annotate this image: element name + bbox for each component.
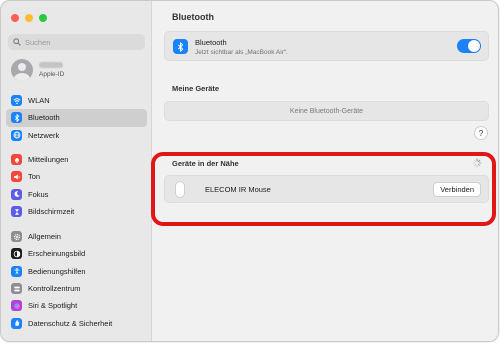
sidebar-item-allgemein[interactable]: Allgemein	[6, 228, 147, 245]
main-pane: Bluetooth Bluetooth Jetzt sichtbar als „…	[153, 1, 498, 341]
sidebar-item-siri-spotlight[interactable]: Siri & Spotlight	[6, 297, 147, 314]
search-input[interactable]	[25, 37, 135, 47]
bluetooth-icon	[173, 39, 188, 54]
nearby-devices-heading: Geräte in der Nähe	[172, 159, 239, 168]
sidebar-item-bedienungshilfen[interactable]: Bedienungshilfen	[6, 263, 147, 280]
bluetooth-icon	[11, 112, 22, 124]
my-devices-heading: Meine Geräte	[172, 84, 220, 93]
sidebar-item-label: Datenschutz & Sicherheit	[28, 318, 113, 328]
search-field[interactable]	[8, 34, 145, 50]
sidebar: Apple-ID WLAN Bluetooth Netzwerk Mitteilun…	[1, 1, 152, 341]
hourglass-icon	[11, 206, 22, 218]
search-icon	[13, 38, 21, 46]
nav-group-notifications: Mitteilungen Ton Fokus Bildschirmzeit	[6, 151, 147, 220]
sidebar-item-label: Netzwerk	[28, 130, 60, 140]
bluetooth-label: Bluetooth	[195, 38, 227, 47]
sidebar-item-label: Erscheinungsbild	[28, 249, 86, 259]
wifi-icon	[11, 95, 22, 107]
sidebar-item-fokus[interactable]: Fokus	[6, 186, 147, 203]
apple-id-account[interactable]: Apple-ID	[11, 59, 64, 81]
globe-icon	[11, 129, 22, 141]
bell-icon	[11, 154, 22, 166]
accessibility-icon	[11, 265, 22, 277]
sidebar-item-label: Bluetooth	[28, 113, 60, 123]
sidebar-item-ton[interactable]: Ton	[6, 168, 147, 185]
bluetooth-toggle-row: Bluetooth Jetzt sichtbar als „MacBook Ai…	[164, 31, 489, 61]
my-devices-list: Keine Bluetooth-Geräte	[164, 101, 489, 121]
nearby-device-row: ELECOM IR Mouse Verbinden	[164, 175, 489, 203]
sidebar-item-label: Bedienungshilfen	[28, 266, 86, 276]
minimize-button[interactable]	[25, 14, 33, 22]
siri-icon	[11, 300, 22, 312]
sidebar-item-label: Kontrollzentrum	[28, 284, 81, 294]
loading-spinner-icon	[472, 158, 482, 168]
sidebar-item-kontrollzentrum[interactable]: Kontrollzentrum	[6, 280, 147, 297]
sidebar-item-bluetooth[interactable]: Bluetooth	[6, 109, 147, 127]
sidebar-item-label: Fokus	[28, 189, 49, 199]
nav-group-network: WLAN Bluetooth Netzwerk	[6, 92, 147, 144]
sidebar-item-label: Ton	[28, 172, 41, 182]
nav-group-general: Allgemein Erscheinungsbild Bedienungshilfe…	[6, 228, 147, 332]
account-name-blurred	[39, 62, 63, 68]
avatar	[11, 59, 33, 81]
control-center-icon	[11, 283, 22, 295]
hand-icon	[11, 317, 22, 329]
appearance-icon	[11, 248, 22, 260]
bluetooth-visible-as: Jetzt sichtbar als „MacBook Air“.	[195, 49, 288, 56]
mouse-icon	[175, 181, 185, 198]
account-subtitle: Apple-ID	[39, 71, 65, 78]
help-button[interactable]: ?	[474, 126, 488, 140]
sidebar-item-datenschutz-sicherheit[interactable]: Datenschutz & Sicherheit	[6, 314, 147, 331]
sidebar-item-mitteilungen[interactable]: Mitteilungen	[6, 151, 147, 168]
sidebar-item-label: Siri & Spotlight	[28, 301, 78, 311]
bluetooth-switch[interactable]	[457, 39, 481, 53]
sidebar-item-netzwerk[interactable]: Netzwerk	[6, 127, 147, 144]
no-devices-text: Keine Bluetooth-Geräte	[289, 107, 364, 115]
close-button[interactable]	[11, 14, 19, 22]
device-name: ELECOM IR Mouse	[205, 185, 271, 194]
sidebar-item-bildschirmzeit[interactable]: Bildschirmzeit	[6, 203, 147, 220]
gear-icon	[11, 231, 22, 243]
sidebar-item-label: WLAN	[28, 96, 50, 106]
sidebar-item-label: Mitteilungen	[28, 155, 69, 165]
settings-window: Apple-ID WLAN Bluetooth Netzwerk Mitteilun…	[0, 0, 499, 342]
window-controls	[11, 14, 47, 22]
sidebar-item-erscheinungsbild[interactable]: Erscheinungsbild	[6, 245, 147, 262]
moon-icon	[11, 188, 22, 200]
connect-button[interactable]: Verbinden	[433, 182, 481, 197]
speaker-icon	[11, 171, 22, 183]
zoom-button[interactable]	[39, 14, 47, 22]
sidebar-item-label: Allgemein	[28, 232, 61, 242]
sidebar-item-wlan[interactable]: WLAN	[6, 92, 147, 109]
sidebar-item-label: Bildschirmzeit	[28, 207, 75, 217]
page-title: Bluetooth	[172, 12, 214, 22]
